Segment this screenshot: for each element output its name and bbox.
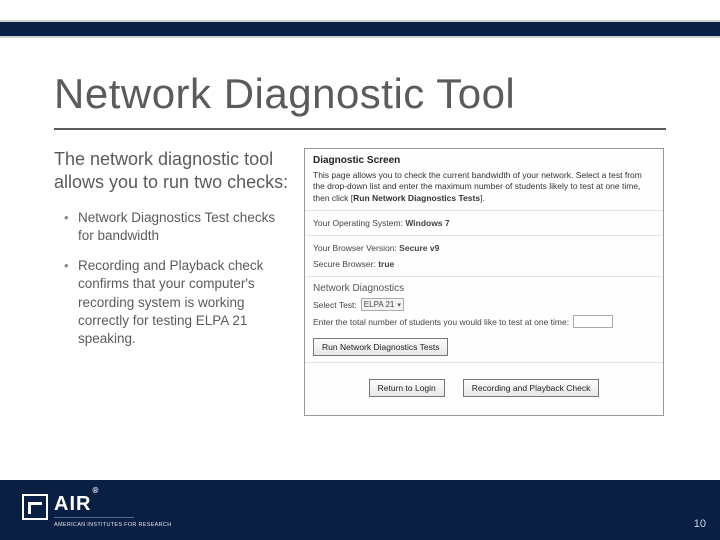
panel-os-section: Your Operating System: Windows 7 (305, 211, 663, 236)
bullet-item: Recording and Playback check confirms th… (64, 257, 294, 348)
slide-title: Network Diagnostic Tool (54, 70, 515, 118)
panel-heading: Diagnostic Screen (313, 155, 655, 166)
logo-rule (54, 517, 134, 518)
logo-subtitle: AMERICAN INSTITUTES FOR RESEARCH (54, 522, 171, 528)
os-row: Your Operating System: Windows 7 (313, 218, 655, 228)
secure-row: Secure Browser: true (313, 259, 655, 269)
right-column: Diagnostic Screen This page allows you t… (304, 148, 664, 416)
content-area: The network diagnostic tool allows you t… (54, 148, 666, 416)
browser-row: Your Browser Version: Secure v9 (313, 243, 655, 253)
logo-mark-icon (22, 494, 48, 520)
intro-text: The network diagnostic tool allows you t… (54, 148, 294, 195)
panel-desc-bold: Run Network Diagnostics Tests (353, 193, 480, 203)
os-value: Windows 7 (405, 218, 449, 228)
browser-value: Secure v9 (399, 243, 439, 253)
run-diagnostics-button[interactable]: Run Network Diagnostics Tests (313, 338, 448, 356)
nd-heading: Network Diagnostics (313, 283, 655, 294)
logo-air-text: AIR® (54, 494, 171, 514)
panel-browser-section: Your Browser Version: Secure v9 Secure B… (305, 236, 663, 277)
students-row: Enter the total number of students you w… (313, 315, 655, 328)
panel-desc-part: ]. (480, 193, 485, 203)
os-label: Your Operating System: (313, 218, 403, 228)
panel-description: This page allows you to check the curren… (313, 170, 655, 204)
footer-button-row: Return to Login Recording and Playback C… (313, 369, 655, 409)
students-input[interactable] (573, 315, 613, 328)
logo-air-letters: AIR (54, 493, 91, 515)
bullet-item: Network Diagnostics Test checks for band… (64, 209, 294, 245)
students-label: Enter the total number of students you w… (313, 317, 569, 327)
diagnostic-panel: Diagnostic Screen This page allows you t… (304, 148, 664, 416)
panel-network-section: Network Diagnostics Select Test: ELPA 21… (305, 277, 663, 363)
logo-text: AIR® AMERICAN INSTITUTES FOR RESEARCH (54, 494, 171, 528)
left-column: The network diagnostic tool allows you t… (54, 148, 294, 416)
secure-value: true (378, 259, 394, 269)
registered-icon: ® (92, 486, 99, 495)
title-rule (54, 128, 666, 130)
select-test-dropdown[interactable]: ELPA 21 ▾ (361, 298, 404, 311)
select-test-row: Select Test: ELPA 21 ▾ (313, 298, 655, 311)
select-test-value: ELPA 21 (364, 300, 395, 309)
panel-header-section: Diagnostic Screen This page allows you t… (305, 149, 663, 211)
select-test-label: Select Test: (313, 300, 357, 310)
page-number: 10 (694, 518, 706, 530)
top-band (0, 20, 720, 38)
return-login-button[interactable]: Return to Login (369, 379, 445, 397)
bullet-list: Network Diagnostics Test checks for band… (54, 209, 294, 349)
chevron-down-icon: ▾ (397, 301, 401, 309)
panel-footer-section: Return to Login Recording and Playback C… (305, 363, 663, 415)
secure-label: Secure Browser: (313, 259, 376, 269)
slide: Network Diagnostic Tool The network diag… (0, 0, 720, 540)
air-logo: AIR® AMERICAN INSTITUTES FOR RESEARCH (22, 494, 171, 528)
run-row: Run Network Diagnostics Tests (313, 332, 655, 356)
recording-playback-button[interactable]: Recording and Playback Check (463, 379, 600, 397)
browser-label: Your Browser Version: (313, 243, 397, 253)
footer-band: AIR® AMERICAN INSTITUTES FOR RESEARCH 10 (0, 480, 720, 540)
